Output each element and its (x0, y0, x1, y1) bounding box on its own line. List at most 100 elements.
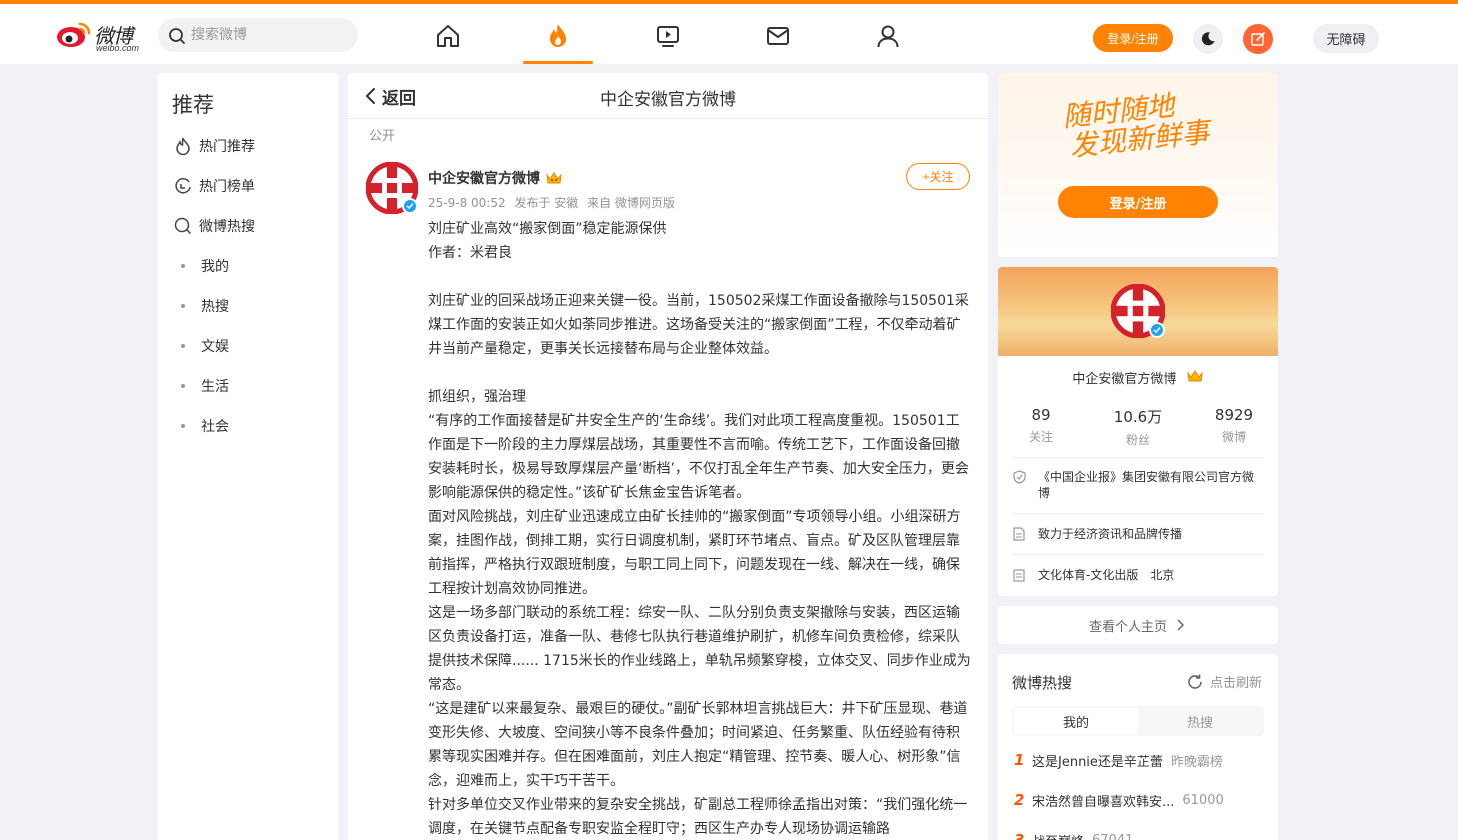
hot-search-text: 战至巅峰 (1032, 831, 1084, 840)
sidebar-item-life[interactable]: 生活 (174, 374, 229, 398)
post-paragraph: 刘庄矿业高效“搬家倒面”稳定能源保供 (428, 221, 667, 237)
refresh-label: 点击刷新 (1209, 676, 1262, 691)
sidebar-item-label: 我的 (201, 259, 229, 275)
hot-search-tabs: 我的 热搜 (1012, 706, 1264, 736)
post-paragraph: 作者：米君良 (428, 245, 512, 261)
edit-icon (1251, 32, 1265, 46)
rank-number: 1 (1014, 751, 1025, 769)
nav-profile[interactable] (853, 8, 923, 63)
nav-hot[interactable] (523, 8, 593, 64)
author-avatar[interactable] (365, 161, 419, 215)
nav-video[interactable] (633, 8, 703, 63)
promo-login-button[interactable]: 登录/注册 (1058, 186, 1218, 218)
chevron-right-icon (1177, 619, 1185, 631)
nav-message[interactable] (743, 8, 813, 63)
sidebar-title: 推荐 (172, 93, 214, 117)
verified-badge-icon (402, 198, 418, 214)
message-icon (767, 26, 789, 45)
rank-number: 3 (1014, 831, 1025, 840)
profile-info-bio: 致力于经济资讯和品牌传播 (1012, 526, 1264, 542)
weibo-eye-icon (57, 22, 91, 47)
stat-label: 微博 (1221, 430, 1246, 444)
post-paragraph: 抓组织，强治理 (428, 389, 526, 405)
tab-mine[interactable]: 我的 (1014, 708, 1138, 734)
stat-followers[interactable]: 10.6万 粉丝 (1098, 406, 1178, 448)
post-meta: 25-9-8 00:52 发布于 安徽 来自 微博网页版 (428, 194, 680, 211)
rank-number: 2 (1014, 791, 1025, 809)
profile-name-text: 中企安徽官方微博 (1072, 372, 1177, 387)
document-icon (1012, 526, 1026, 542)
sidebar-item-hot-list[interactable]: 热门榜单 (174, 174, 255, 198)
sidebar-item-hot-search[interactable]: 微博热搜 (174, 214, 255, 238)
page-title: 中企安徽官方微博 (600, 90, 736, 110)
sidebar-item-hot[interactable]: 热搜 (174, 294, 229, 318)
verified-badge-icon (1149, 322, 1165, 338)
top-bar: 微博 weibo.com 搜索微博 登录/注册 无障碍 (0, 0, 1458, 64)
hot-search-item[interactable]: 2 宋浩然曾自曝喜欢韩安... 61000 (1014, 790, 1224, 810)
sidebar-item-mine[interactable]: 我的 (174, 254, 229, 278)
stat-following[interactable]: 89 关注 (1001, 406, 1081, 445)
post-paragraph: 面对风险挑战，刘庄矿业迅速成立由矿长挂帅的“搬家倒面”专项领导小组。小组深研方案… (428, 509, 961, 597)
profile-info-category: 文化体育-文化出版 北京 (1012, 567, 1264, 583)
bullet-dot (181, 264, 185, 268)
sidebar-item-entertainment[interactable]: 文娱 (174, 334, 229, 358)
post-time[interactable]: 25-9-8 00:52 (428, 196, 506, 210)
hot-search-text: 这是Jennie还是辛芷蕾 (1032, 754, 1163, 770)
refresh-icon (1188, 674, 1202, 689)
post-paragraph-blank (428, 265, 973, 289)
moon-icon (1201, 32, 1215, 46)
view-profile-link[interactable]: 查看个人主页 (998, 606, 1278, 644)
profile-name[interactable]: 中企安徽官方微博 (998, 368, 1278, 387)
hot-search-title: 微博热搜 (1012, 674, 1073, 692)
post-header: 返回 中企安徽官方微博 (348, 73, 988, 119)
post-panel: 返回 中企安徽官方微博 公开 中企安徽官方微博 25-9-8 00:52 发布于… (348, 73, 988, 840)
login-promo-card: 随时随地 发现新鲜事 登录/注册 (998, 73, 1278, 257)
bullet-dot (181, 424, 185, 428)
sidebar-item-label: 社会 (201, 419, 229, 435)
sidebar-item-society[interactable]: 社会 (174, 414, 229, 438)
hot-search-card: 微博热搜 点击刷新 我的 热搜 1 这是Jennie还是辛芷蕾 昨晚霸榜 2 宋… (998, 654, 1278, 840)
profile-info-text: 《中国企业报》集团安徽有限公司官方微博 (1038, 470, 1255, 500)
divider (1012, 457, 1264, 458)
bullet-dot (181, 344, 185, 348)
search-input[interactable] (191, 18, 351, 52)
crown-icon (546, 172, 562, 184)
category-icon (1012, 567, 1026, 583)
follow-button[interactable]: +关注 (906, 163, 970, 190)
sidebar-item-hot-recommend[interactable]: 热门推荐 (174, 134, 255, 158)
home-icon (437, 24, 459, 47)
profile-icon (877, 25, 899, 47)
dark-mode-toggle[interactable] (1193, 24, 1223, 54)
video-icon (657, 25, 679, 47)
fire-icon (174, 137, 192, 155)
sidebar-item-label: 生活 (201, 379, 229, 395)
accessibility-button[interactable]: 无障碍 (1313, 24, 1379, 53)
hot-search-heat: 67041 (1092, 832, 1134, 840)
nav-home[interactable] (413, 8, 483, 63)
sidebar-item-label: 热门榜单 (199, 179, 255, 195)
weibo-logo[interactable]: 微博 weibo.com (56, 16, 148, 54)
search-icon (174, 217, 192, 235)
tab-hot[interactable]: 热搜 (1138, 708, 1262, 734)
post-location: 发布于 安徽 (514, 196, 579, 210)
search-box[interactable] (158, 18, 358, 52)
bullet-dot (181, 384, 185, 388)
profile-info-verified: 《中国企业报》集团安徽有限公司官方微博 (1012, 469, 1264, 501)
sidebar-item-label: 微博热搜 (199, 219, 255, 235)
hot-search-item[interactable]: 1 这是Jennie还是辛芷蕾 昨晚霸榜 (1014, 750, 1223, 770)
stat-label: 粉丝 (1125, 433, 1150, 447)
hot-search-heat: 昨晚霸榜 (1170, 754, 1223, 770)
profile-avatar[interactable] (1110, 283, 1166, 339)
refresh-button[interactable]: 点击刷新 (1186, 672, 1262, 691)
login-register-button[interactable]: 登录/注册 (1093, 24, 1173, 52)
post-paragraph: “这是建矿以来最复杂、最艰巨的硬仗。”副矿长郭林坦言挑战巨大：井下矿压显现、巷道… (428, 701, 968, 789)
author-name[interactable]: 中企安徽官方微博 (428, 168, 563, 188)
compose-button[interactable] (1243, 24, 1273, 54)
hot-search-item[interactable]: 3 战至巅峰 67041 (1014, 830, 1133, 840)
stat-posts[interactable]: 8929 微博 (1194, 406, 1274, 445)
hot-search-text: 宋浩然曾自曝喜欢韩安... (1032, 794, 1175, 810)
promo-slogan: 随时随地 发现新鲜事 (1061, 88, 1211, 163)
post-paragraph: 这是一场多部门联动的系统工程：综安一队、二队分别负责支架撤除与安装，西区运输区负… (428, 605, 971, 693)
sidebar-item-label: 文娱 (201, 339, 229, 355)
post-paragraph: “有序的工作面接替是矿井安全生产的‘生命线’。我们对此项工程高度重视。15050… (428, 413, 969, 501)
